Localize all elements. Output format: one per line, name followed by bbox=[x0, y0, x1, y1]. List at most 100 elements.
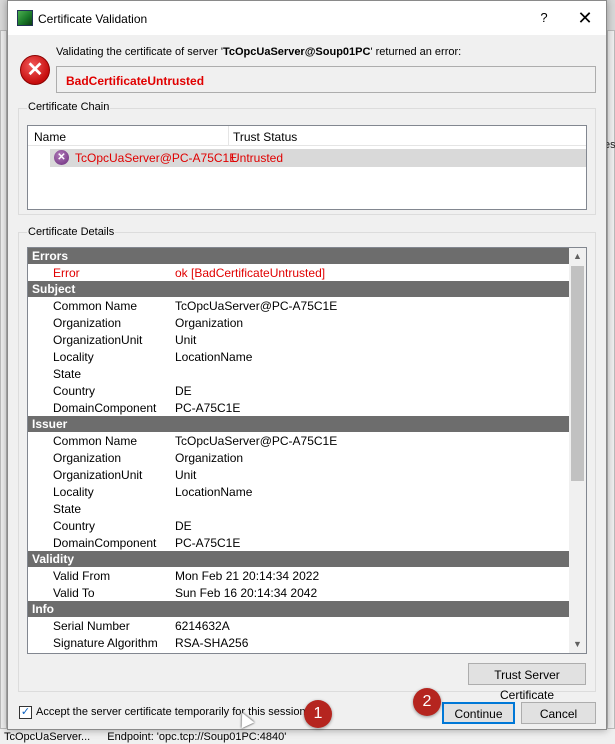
details-row[interactable]: DomainComponent PC-A75C1E bbox=[28, 399, 569, 416]
details-value: Sun Feb 16 20:14:34 2042 bbox=[175, 586, 318, 600]
column-header-name[interactable]: Name bbox=[34, 130, 66, 144]
details-key: Valid From bbox=[53, 569, 111, 583]
details-key: Common Name bbox=[53, 434, 138, 448]
details-value: DE bbox=[175, 519, 192, 533]
details-row[interactable]: Organization Organization bbox=[28, 314, 569, 331]
chain-row-name: TcOpcUaServer@PC-A75C1E bbox=[75, 151, 238, 165]
details-row[interactable]: Country DE bbox=[28, 517, 569, 534]
help-button[interactable]: ? bbox=[527, 7, 561, 29]
details-row[interactable]: Common Name TcOpcUaServer@PC-A75C1E bbox=[28, 432, 569, 449]
validating-prefix: Validating the certificate of server ' bbox=[56, 46, 223, 58]
details-value: LocationName bbox=[175, 485, 253, 499]
details-row[interactable]: Organization Organization bbox=[28, 449, 569, 466]
background-panel-right bbox=[607, 30, 615, 730]
category-title: Errors bbox=[32, 249, 69, 263]
details-key: State bbox=[53, 367, 82, 381]
scroll-down-arrow-icon[interactable]: ▼ bbox=[569, 636, 586, 653]
details-row[interactable]: Serial Number 6214632A bbox=[28, 617, 569, 634]
details-row[interactable]: Locality LocationName bbox=[28, 483, 569, 500]
background-status-left: TcOpcUaServer... bbox=[4, 731, 91, 743]
category-title: Issuer bbox=[32, 417, 68, 431]
details-key: DomainComponent bbox=[53, 536, 157, 550]
scroll-thumb[interactable] bbox=[571, 266, 584, 481]
details-key: Locality bbox=[53, 350, 94, 364]
cancel-button[interactable]: Cancel bbox=[521, 702, 596, 724]
untrusted-icon: ✕ bbox=[54, 150, 69, 165]
details-value: ok [BadCertificateUntrusted] bbox=[175, 266, 326, 280]
certificate-chain-list[interactable]: Name Trust Status ✕ TcOpcUaServer@PC-A75… bbox=[27, 125, 587, 210]
category-title: Subject bbox=[32, 282, 76, 296]
details-scrollbar[interactable]: ▲ ▼ bbox=[569, 248, 586, 653]
details-category-info[interactable]: Info bbox=[28, 601, 569, 617]
details-row[interactable]: DomainComponent PC-A75C1E bbox=[28, 534, 569, 551]
details-value: RSA (2048 bit) bbox=[175, 653, 253, 654]
details-key: Common Name bbox=[53, 299, 138, 313]
details-category-issuer[interactable]: Issuer bbox=[28, 416, 569, 432]
details-row[interactable]: Error ok [BadCertificateUntrusted] bbox=[28, 264, 569, 281]
error-icon: ✕ bbox=[20, 55, 50, 85]
details-key: Country bbox=[53, 519, 96, 533]
details-row[interactable]: Signature Algorithm RSA-SHA256 bbox=[28, 634, 569, 651]
scroll-up-arrow-icon[interactable]: ▲ bbox=[569, 248, 586, 265]
details-value: TcOpcUaServer@PC-A75C1E bbox=[175, 299, 338, 313]
details-value: Mon Feb 21 20:14:34 2022 bbox=[175, 569, 320, 583]
details-key: DomainComponent bbox=[53, 401, 157, 415]
dialog-title: Certificate Validation bbox=[38, 12, 148, 26]
accept-temporarily-checkbox[interactable]: ✓ bbox=[19, 706, 32, 719]
details-row[interactable]: OrganizationUnit Unit bbox=[28, 466, 569, 483]
close-button[interactable]: ✕ bbox=[568, 7, 602, 29]
details-value: RSA-SHA256 bbox=[175, 636, 249, 650]
validating-suffix: ' returned an error: bbox=[370, 46, 462, 58]
details-row[interactable]: Valid To Sun Feb 16 20:14:34 2042 bbox=[28, 584, 569, 601]
column-header-trust-status[interactable]: Trust Status bbox=[233, 130, 297, 144]
dialog-titlebar: Certificate Validation ? ✕ bbox=[8, 1, 606, 35]
trust-server-certificate-button[interactable]: Trust Server Certificate bbox=[468, 663, 586, 702]
details-row[interactable]: Cipher Strength RSA (2048 bit) bbox=[28, 651, 569, 654]
certificate-chain-label: Certificate Chain bbox=[27, 101, 111, 113]
details-value: Unit bbox=[175, 333, 197, 347]
app-icon bbox=[17, 10, 33, 26]
details-value: PC-A75C1E bbox=[175, 401, 241, 415]
details-value: DE bbox=[175, 384, 192, 398]
certificate-details-grid[interactable]: Errors Error ok [BadCertificateUntrusted] S… bbox=[27, 247, 587, 654]
details-row[interactable]: Common Name TcOpcUaServer@PC-A75C1E bbox=[28, 297, 569, 314]
details-value: LocationName bbox=[175, 350, 253, 364]
details-value: PC-A75C1E bbox=[175, 536, 241, 550]
category-title: Info bbox=[32, 602, 54, 616]
details-row[interactable]: State bbox=[28, 500, 569, 517]
chain-row[interactable]: ✕ TcOpcUaServer@PC-A75C1E Untrusted bbox=[50, 149, 586, 167]
accept-temporarily-label[interactable]: Accept the server certificate temporaril… bbox=[36, 706, 306, 718]
details-key: Organization bbox=[53, 451, 122, 465]
server-name: TcOpcUaServer@Soup01PC bbox=[222, 46, 371, 58]
details-row[interactable]: Country DE bbox=[28, 382, 569, 399]
annotation-badge-2: 2 bbox=[413, 688, 441, 716]
details-key: Cipher Strength bbox=[53, 653, 137, 654]
details-category-subject[interactable]: Subject bbox=[28, 281, 569, 297]
details-key: Country bbox=[53, 384, 96, 398]
details-value: 6214632A bbox=[175, 619, 230, 633]
annotation-badge-1: 1 bbox=[304, 700, 332, 728]
details-row[interactable]: OrganizationUnit Unit bbox=[28, 331, 569, 348]
details-rows: Errors Error ok [BadCertificateUntrusted] S… bbox=[28, 248, 569, 654]
details-key: Organization bbox=[53, 316, 122, 330]
background-status-endpoint: Endpoint: 'opc.tcp://Soup01PC:4840' bbox=[107, 731, 287, 743]
error-code-box: BadCertificateUntrusted bbox=[56, 66, 596, 93]
details-key: Signature Algorithm bbox=[53, 636, 158, 650]
details-row[interactable]: Locality LocationName bbox=[28, 348, 569, 365]
details-value: Unit bbox=[175, 468, 197, 482]
column-separator bbox=[228, 126, 229, 146]
details-key: OrganizationUnit bbox=[53, 468, 143, 482]
details-key: Locality bbox=[53, 485, 94, 499]
details-row[interactable]: Valid From Mon Feb 21 20:14:34 2022 bbox=[28, 567, 569, 584]
certificate-details-label: Certificate Details bbox=[27, 226, 116, 238]
details-key: Error bbox=[53, 266, 80, 280]
category-title: Validity bbox=[32, 552, 75, 566]
details-row[interactable]: State bbox=[28, 365, 569, 382]
details-category-errors[interactable]: Errors bbox=[28, 248, 569, 264]
details-key: Valid To bbox=[53, 586, 95, 600]
details-value: TcOpcUaServer@PC-A75C1E bbox=[175, 434, 338, 448]
details-key: Serial Number bbox=[53, 619, 130, 633]
error-code: BadCertificateUntrusted bbox=[66, 74, 205, 88]
continue-button[interactable]: Continue bbox=[442, 702, 515, 724]
details-category-validity[interactable]: Validity bbox=[28, 551, 569, 567]
